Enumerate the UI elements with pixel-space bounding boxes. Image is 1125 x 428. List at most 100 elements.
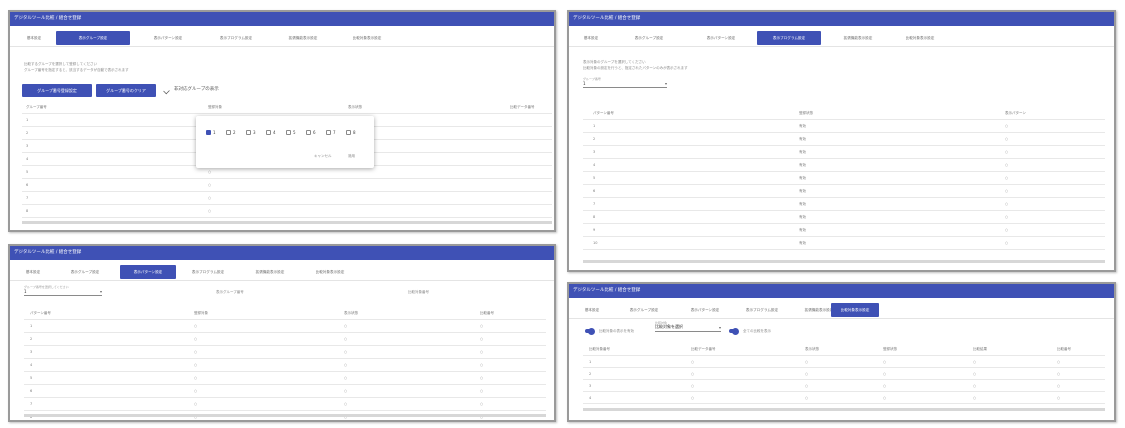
dropdown-arrow-icon: ▾	[718, 325, 721, 330]
horizontal-scrollbar[interactable]	[24, 414, 546, 417]
tab-basic[interactable]: 基本設定	[18, 265, 48, 279]
description-line-1: 比較するグループを選択して登録してください	[24, 62, 97, 66]
table-row[interactable]: 2 有効 ○	[583, 133, 1105, 146]
info-group-number: 表示グループ番号	[216, 290, 244, 294]
tab-basic[interactable]: 基本設定	[577, 303, 607, 317]
tab-basic[interactable]: 基本設定	[18, 31, 50, 45]
info-compare-number: 比較対象番号	[408, 290, 429, 294]
window-title: デジタルツール比較 / 組合せ登録	[569, 12, 1114, 26]
tab-compare[interactable]: 比較対象表示設定	[338, 31, 396, 45]
group-number-select[interactable]: グループ番号 1 ▾	[583, 77, 667, 88]
tab-extension[interactable]: 拡張機能表示設定	[827, 31, 889, 45]
table-row[interactable]: 6 有効 ○	[583, 185, 1105, 198]
table-row[interactable]: 6 ○ ○ ○	[24, 385, 546, 398]
tab-basic[interactable]: 基本設定	[575, 31, 607, 45]
tab-pattern[interactable]: 表示パターン設定	[691, 31, 751, 45]
table-row[interactable]: 8 ○	[22, 205, 552, 218]
register-group-button[interactable]: グループ番号登録設定	[22, 84, 92, 97]
description-line-2: 比較対象の設定を行うと、指定されたパターンのみが表示されます	[583, 66, 688, 70]
tab-compare[interactable]: 比較対象表示設定	[831, 303, 879, 317]
table-header: グループ番号 登録対象 表示状態 比較データ番号	[22, 104, 552, 114]
group-select-popup: 1 2 3 4 5 6 7 8 キャンセル 適用	[196, 116, 374, 168]
popup-checkbox-1[interactable]	[206, 130, 211, 135]
popup-checkbox-5[interactable]	[286, 130, 291, 135]
table-row[interactable]: 3 有効 ○	[583, 146, 1105, 159]
description-line-2: グループ番号を指定すると、該当するデータが自動で表示されます	[24, 68, 129, 72]
table-row[interactable]: 2 ○ ○ ○ ○ ○	[583, 368, 1105, 380]
tab-group-settings[interactable]: 表示グループ設定	[613, 303, 675, 317]
horizontal-scrollbar[interactable]	[22, 221, 552, 224]
tab-extension[interactable]: 拡張機能表示設定	[240, 265, 300, 279]
table-row[interactable]: 10 有効 ○	[583, 237, 1105, 250]
tab-bar: 基本設定 表示グループ設定 表示パターン設定 表示プログラム設定 拡張機能表示設…	[10, 31, 554, 47]
table-row[interactable]: 4 ○ ○ ○	[24, 359, 546, 372]
window-compare-settings: デジタルツール比較 / 組合せ登録 基本設定 表示グループ設定 表示パターン設定…	[567, 282, 1116, 422]
tab-bar: 基本設定 表示グループ設定 表示パターン設定 表示プログラム設定 拡張機能表示設…	[569, 303, 1114, 319]
table-row[interactable]: 4 ○ ○ ○ ○ ○	[583, 392, 1105, 404]
tab-program[interactable]: 表示プログラム設定	[757, 31, 821, 45]
horizontal-scrollbar[interactable]	[583, 408, 1105, 411]
table-row[interactable]: 2 ○ ○ ○	[24, 333, 546, 346]
show-unsupported-checkbox[interactable]	[163, 87, 170, 95]
popup-checkbox-4[interactable]	[266, 130, 271, 135]
table-row[interactable]: 7 有効 ○	[583, 198, 1105, 211]
window-title: デジタルツール比較 / 組合せ登録	[569, 284, 1114, 298]
tab-program[interactable]: 表示プログラム設定	[733, 303, 791, 317]
popup-cancel-button[interactable]: キャンセル	[314, 154, 332, 158]
show-all-compare-toggle[interactable]	[729, 327, 739, 335]
compare-table: 比較対象番号 比較データ番号 表示状態 登録状態 比較結果 比較番号 1 ○ ○ ○ ○…	[583, 344, 1105, 404]
table-row[interactable]: 7 ○	[22, 192, 552, 205]
table-row[interactable]: 3 ○ ○ ○	[24, 346, 546, 359]
dropdown-arrow-icon: ▾	[664, 81, 667, 86]
table-header: 比較対象番号 比較データ番号 表示状態 登録状態 比較結果 比較番号	[583, 344, 1105, 356]
compare-enable-label: 比較対象の表示を有効	[599, 329, 634, 333]
table-header: パターン番号 登録状態 表示パターン	[583, 108, 1105, 120]
table-row[interactable]: 6 ○	[22, 179, 552, 192]
popup-checkbox-7[interactable]	[326, 130, 331, 135]
table-row[interactable]: 1 ○ ○ ○	[24, 320, 546, 333]
tab-group-settings[interactable]: 表示グループ設定	[615, 31, 683, 45]
table-row[interactable]: 3 ○ ○ ○ ○ ○	[583, 380, 1105, 392]
tab-pattern[interactable]: 表示パターン設定	[120, 265, 176, 279]
show-all-compare-label: 全ての比較を表示	[743, 329, 771, 333]
dropdown-arrow-icon: ▾	[99, 289, 102, 294]
table-header: パターン番号 登録対象 表示状態 比較番号	[24, 308, 546, 320]
compare-target-select[interactable]: 比較対象 比較対象を選択 ▾	[655, 321, 721, 332]
description-line-1: 表示対象のグループを選択してください	[583, 60, 646, 64]
show-unsupported-label: 非対応グループの表示	[174, 87, 219, 92]
popup-checkbox-8[interactable]	[346, 130, 351, 135]
window-group-settings: デジタルツール比較 / 組合せ登録 基本設定 表示グループ設定 表示パターン設定…	[8, 10, 556, 232]
window-pattern-settings: デジタルツール比較 / 組合せ登録 基本設定 表示グループ設定 表示パターン設定…	[8, 244, 556, 422]
table-row[interactable]: 5 ○ ○ ○	[24, 372, 546, 385]
tab-bar: 基本設定 表示グループ設定 表示パターン設定 表示プログラム設定 拡張機能表示設…	[569, 31, 1114, 47]
popup-checkbox-2[interactable]	[226, 130, 231, 135]
popup-checkbox-6[interactable]	[306, 130, 311, 135]
tab-extension[interactable]: 拡張機能表示設定	[272, 31, 334, 45]
tab-bar: 基本設定 表示グループ設定 表示パターン設定 表示プログラム設定 拡張機能表示設…	[10, 265, 554, 281]
group-number-select[interactable]: グループ番号を選択してください 1 ▾	[24, 285, 102, 296]
pattern-table: パターン番号 登録対象 表示状態 比較番号 1 ○ ○ ○ 2 ○ ○ ○ 3 ○ ○ ○ 4 ○ ○…	[24, 308, 546, 420]
table-row[interactable]: 8 有効 ○	[583, 211, 1105, 224]
table-row[interactable]: 9 有効 ○	[583, 224, 1105, 237]
tab-pattern[interactable]: 表示パターン設定	[138, 31, 198, 45]
horizontal-scrollbar[interactable]	[583, 260, 1105, 263]
tab-pattern[interactable]: 表示パターン設定	[679, 303, 731, 317]
table-row[interactable]: 1 ○ ○ ○ ○ ○	[583, 356, 1105, 368]
clear-group-button[interactable]: グループ番号のクリア	[96, 84, 156, 97]
popup-checkbox-3[interactable]	[246, 130, 251, 135]
window-program-settings: デジタルツール比較 / 組合せ登録 基本設定 表示グループ設定 表示パターン設定…	[567, 10, 1116, 272]
table-row[interactable]: 5 有効 ○	[583, 172, 1105, 185]
tab-compare[interactable]: 比較対象表示設定	[302, 265, 358, 279]
table-row[interactable]: 1 有効 ○	[583, 120, 1105, 133]
tab-compare[interactable]: 比較対象表示設定	[891, 31, 949, 45]
table-row[interactable]: 4 有効 ○	[583, 159, 1105, 172]
compare-enable-toggle[interactable]	[585, 327, 595, 335]
window-title: デジタルツール比較 / 組合せ登録	[10, 12, 554, 26]
table-row[interactable]: 7 ○ ○ ○	[24, 398, 546, 411]
tab-group-settings[interactable]: 表示グループ設定	[52, 265, 118, 279]
tab-program[interactable]: 表示プログラム設定	[204, 31, 268, 45]
popup-apply-button[interactable]: 適用	[348, 154, 355, 158]
pattern-table: パターン番号 登録状態 表示パターン 1 有効 ○ 2 有効 ○ 3 有効 ○ 4 有効 ○ 5…	[583, 108, 1105, 250]
tab-group-settings[interactable]: 表示グループ設定	[56, 31, 130, 45]
tab-program[interactable]: 表示プログラム設定	[178, 265, 238, 279]
